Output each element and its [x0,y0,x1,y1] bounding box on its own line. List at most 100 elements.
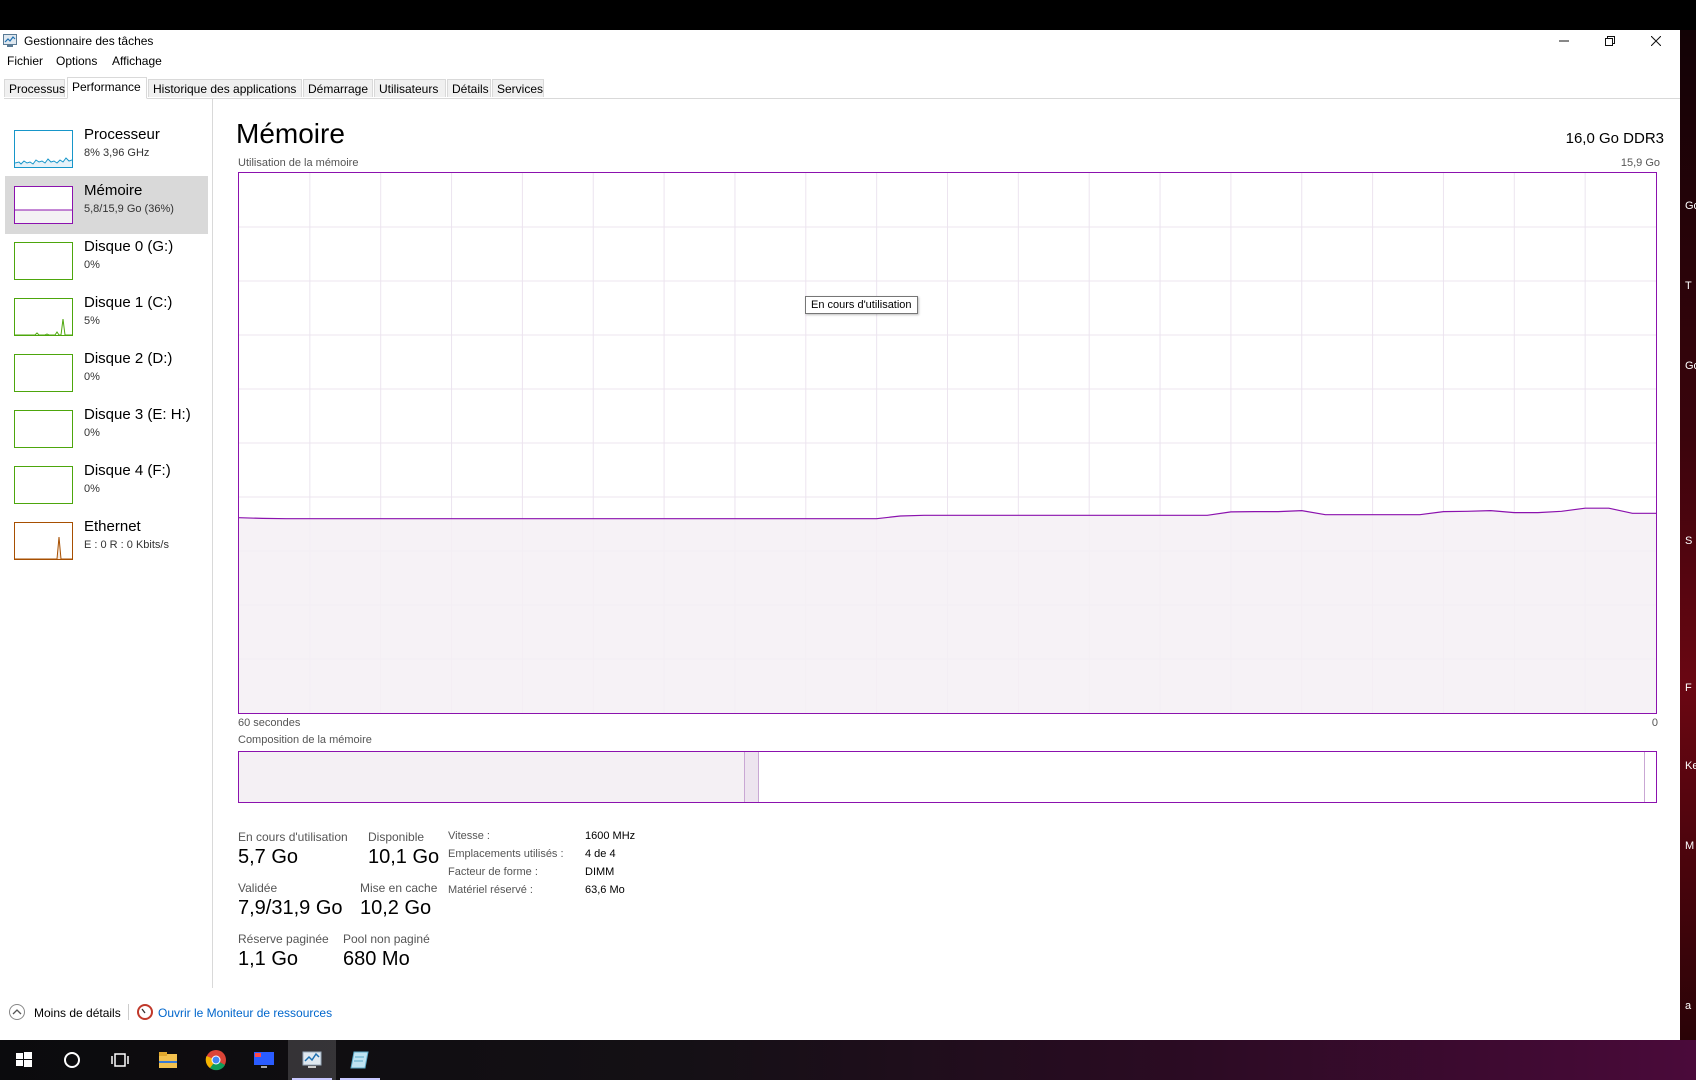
slots-label: Emplacements utilisés : [448,848,564,860]
sidebar-title: Processeur [84,126,160,143]
task-manager-taskbar-icon [302,1051,322,1068]
search-button[interactable] [48,1040,96,1080]
usage-area [239,508,1656,713]
ethernet-thumbnail [14,522,73,560]
less-details-button[interactable]: Moins de détails [34,1006,121,1020]
task-view-icon [111,1053,129,1067]
desktop-text: a [1685,1000,1692,1012]
available-value: 10,1 Go [368,846,440,868]
nonpaged-pool-label: Pool non paginé [343,932,430,946]
tab-details[interactable]: Détails [447,79,491,97]
sidebar-subtitle: 5% [84,315,100,327]
nonpaged-pool-value: 680 Mo [343,948,410,970]
composition-standby [759,752,1645,802]
sidebar-subtitle: 5,8/15,9 Go (36%) [84,203,174,215]
tab-utilisateurs[interactable]: Utilisateurs [374,79,446,97]
tab-demarrage[interactable]: Démarrage [303,79,373,97]
form-factor-value: DIMM [585,866,615,878]
in-use-label: En cours d'utilisation [238,830,348,844]
memory-usage-chart [238,172,1657,714]
desktop-text: M [1685,840,1695,852]
desktop-text: F [1685,682,1692,694]
disk-thumbnail [14,298,73,336]
task-manager-icon [3,34,17,47]
chart-tooltip: En cours d'utilisation [805,296,918,314]
search-circle-icon [64,1052,80,1068]
taskbar-chrome[interactable] [192,1040,240,1080]
time-axis-right: 0 [1651,717,1658,729]
paged-pool-label: Réserve paginée [238,932,329,946]
tab-historique[interactable]: Historique des applications [148,79,302,97]
disk-thumbnail [14,410,73,448]
ethernet-sparkline [15,536,72,559]
sidebar-item-memoire[interactable]: Mémoire 5,8/15,9 Go (36%) [5,176,208,234]
menu-affichage[interactable]: Affichage [112,54,162,68]
resource-monitor-link[interactable]: Ouvrir le Moniteur de ressources [158,1006,332,1020]
sidebar-subtitle: 0% [84,259,100,271]
sidebar-item-disque-1[interactable]: Disque 1 (C:) 5% [5,288,208,346]
menu-fichier[interactable]: Fichier [7,54,43,68]
title-bar[interactable]: Gestionnaire des tâches [0,30,1680,52]
taskbar-monitor-app[interactable] [240,1040,288,1080]
close-button[interactable] [1633,30,1678,52]
chevron-up-glyph [12,1009,22,1015]
taskbar-file-explorer[interactable] [144,1040,192,1080]
committed-label: Validée [238,881,278,895]
tab-strip: Processus Performance Historique des app… [4,77,1680,99]
desktop-text: S [1685,535,1693,547]
chevron-up-icon[interactable] [9,1004,25,1020]
close-icon [1650,35,1661,47]
available-label: Disponible [368,830,425,844]
sidebar-item-disque-4[interactable]: Disque 4 (F:) 0% [5,456,208,514]
memory-thumbnail [14,186,73,224]
restore-button[interactable] [1587,30,1632,52]
sidebar-title: Disque 2 (D:) [84,350,173,367]
windows-taskbar [0,1040,1696,1080]
taskbar-task-manager[interactable] [288,1040,336,1080]
in-use-value: 5,7 Go [238,846,299,868]
slots-value: 4 de 4 [585,848,616,860]
memory-usage-graph [239,173,1656,713]
sidebar-item-processeur[interactable]: Processeur 8% 3,96 GHz [5,120,208,178]
memory-composition-bar[interactable] [238,751,1657,803]
sidebar-subtitle: 0% [84,371,100,383]
task-manager-window: Gestionnaire des tâches Fichier Options … [0,30,1680,1040]
minimize-icon [1558,40,1569,42]
hardware-reserved-label: Matériel réservé : [448,884,533,896]
hardware-reserved-value: 63,6 Mo [585,884,625,896]
minimize-button[interactable] [1541,30,1586,52]
sidebar-item-disque-2[interactable]: Disque 2 (D:) 0% [5,344,208,402]
sidebar-item-disque-3[interactable]: Disque 3 (E: H:) 0% [5,400,208,458]
taskbar-notepad-app[interactable] [336,1040,384,1080]
sidebar-item-ethernet[interactable]: Ethernet E : 0 R : 0 Kbits/s [5,512,208,570]
disk-sparkline [15,318,72,335]
window-title: Gestionnaire des tâches [24,34,154,48]
sidebar-title: Mémoire [84,182,143,199]
composition-modified [745,752,759,802]
sidebar-title: Ethernet [84,518,141,535]
start-button[interactable] [0,1040,48,1080]
sidebar-title: Disque 4 (F:) [84,462,171,479]
disk-thumbnail [14,466,73,504]
sidebar-subtitle: 0% [84,427,100,439]
monitor-icon [254,1052,274,1068]
cpu-sparkline [15,157,72,167]
cpu-thumbnail [14,130,73,168]
footer-bar: Moins de détails Ouvrir le Moniteur de r… [0,998,1680,1028]
sidebar-subtitle: 0% [84,483,100,495]
tab-performance[interactable]: Performance [67,77,147,99]
cached-label: Mise en cache [360,881,438,895]
task-view-button[interactable] [96,1040,144,1080]
memory-sparkline [15,209,72,223]
usage-chart-label: Utilisation de la mémoire [238,157,359,169]
sidebar-item-disque-0[interactable]: Disque 0 (G:) 0% [5,232,208,290]
usage-chart-max: 15,9 Go [1620,157,1660,169]
restore-icon [1604,36,1615,46]
tab-services[interactable]: Services [492,79,544,97]
tab-processus[interactable]: Processus [4,79,65,97]
folder-icon [159,1052,177,1068]
disk-thumbnail [14,354,73,392]
menu-options[interactable]: Options [56,54,97,68]
sidebar-title: Disque 0 (G:) [84,238,174,255]
composition-free [1645,752,1655,802]
